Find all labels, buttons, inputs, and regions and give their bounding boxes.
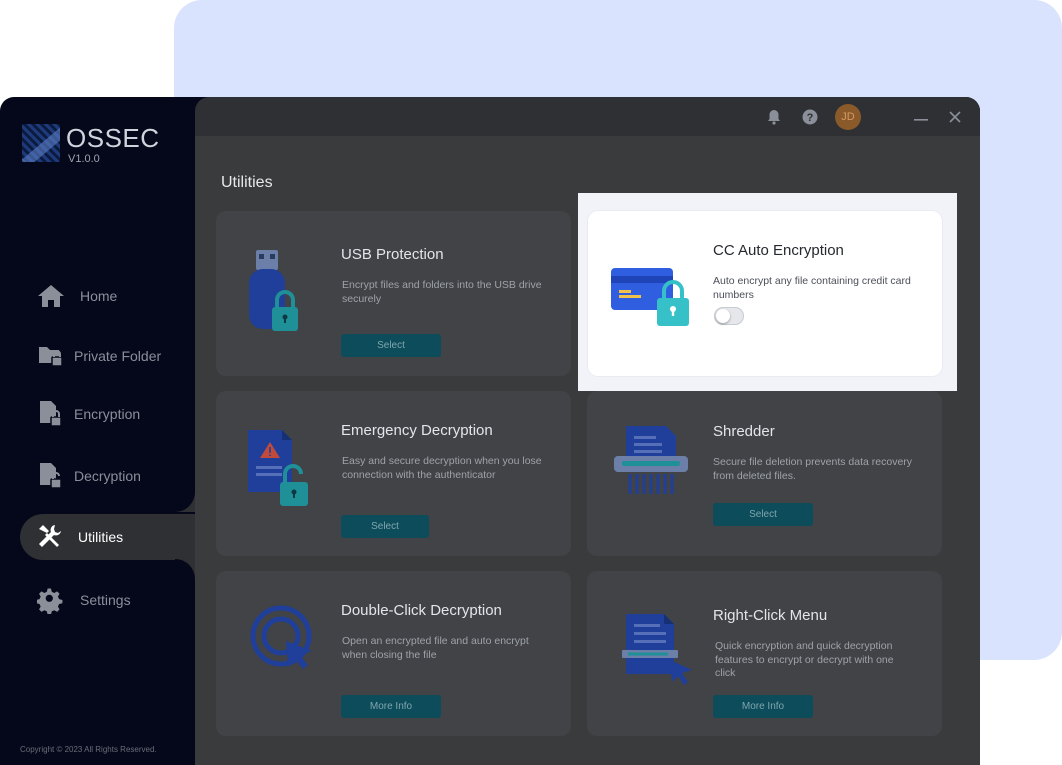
app-version: V1.0.0 — [68, 153, 100, 165]
toggle-knob — [716, 309, 730, 323]
double-click-more-info-button[interactable]: More Info — [341, 695, 441, 718]
logo-icon — [22, 124, 60, 162]
sidebar: OSSEC V1.0.0 Home Private Folder Encrypt… — [0, 97, 220, 765]
file-lock-icon — [36, 399, 66, 429]
credit-card-lock-icon — [609, 264, 691, 333]
svg-text:?: ? — [807, 112, 814, 124]
sidebar-item-label: Settings — [80, 592, 131, 608]
double-click-icon — [248, 605, 316, 676]
minimize-icon[interactable] — [913, 109, 929, 125]
card-title: Right-Click Menu — [713, 607, 828, 624]
sidebar-item-label: Utilities — [78, 529, 124, 545]
cc-auto-encryption-toggle[interactable] — [714, 307, 744, 325]
tab-notch — [175, 492, 195, 512]
card-description: Open an encrypted file and auto encrypt … — [342, 635, 529, 661]
card-title: Shredder — [713, 423, 775, 440]
sidebar-item-settings[interactable]: Settings — [0, 577, 195, 623]
usb-lock-icon — [244, 245, 304, 340]
card-title: CC Auto Encryption — [713, 242, 844, 259]
shredder-icon — [612, 424, 692, 503]
shredder-select-button[interactable]: Select — [713, 503, 813, 526]
sidebar-item-label: Home — [80, 288, 118, 304]
card-description: Quick encryption and quick decryption fe… — [715, 640, 894, 679]
card-description: Auto encrypt any file containing credit … — [713, 275, 911, 301]
context-menu-icon — [618, 610, 698, 693]
sidebar-item-decryption[interactable]: Decryption — [0, 453, 195, 499]
file-unlock-icon — [36, 461, 66, 491]
gear-icon — [36, 585, 66, 615]
folder-lock-icon — [36, 341, 66, 371]
card-title: Double-Click Decryption — [341, 602, 502, 619]
card-description: Encrypt files and folders into the USB d… — [342, 279, 542, 305]
avatar[interactable]: JD — [835, 103, 861, 130]
tab-notch — [175, 559, 195, 579]
copyright: Copyright © 2023 All Rights Reserved. — [20, 745, 157, 754]
sidebar-item-label: Encryption — [74, 406, 141, 422]
emergency-decryption-select-button[interactable]: Select — [341, 515, 429, 538]
document-warning-icon — [244, 426, 324, 515]
brand-name: OSSEC — [66, 123, 160, 153]
top-bar: ? JD — [195, 97, 980, 136]
tools-icon — [34, 522, 64, 552]
top-bar-actions: ? JD — [765, 97, 980, 136]
card-title: USB Protection — [341, 246, 444, 263]
sidebar-item-label: Decryption — [74, 468, 141, 484]
card-description: Easy and secure decryption when you lose… — [342, 455, 542, 481]
sidebar-item-utilities[interactable]: Utilities — [20, 514, 220, 560]
card-title: Emergency Decryption — [341, 422, 493, 439]
page-title: Utilities — [221, 174, 273, 191]
close-icon[interactable] — [947, 109, 963, 125]
home-icon — [36, 281, 66, 311]
sidebar-item-private-folder[interactable]: Private Folder — [0, 333, 195, 379]
card-description: Secure file deletion prevents data recov… — [713, 456, 913, 482]
sidebar-item-home[interactable]: Home — [0, 273, 195, 319]
right-click-more-info-button[interactable]: More Info — [713, 695, 813, 718]
help-icon[interactable]: ? — [801, 108, 819, 126]
bell-icon[interactable] — [765, 108, 783, 126]
sidebar-item-encryption[interactable]: Encryption — [0, 391, 195, 437]
sidebar-item-label: Private Folder — [74, 348, 162, 364]
usb-protection-select-button[interactable]: Select — [341, 334, 441, 357]
